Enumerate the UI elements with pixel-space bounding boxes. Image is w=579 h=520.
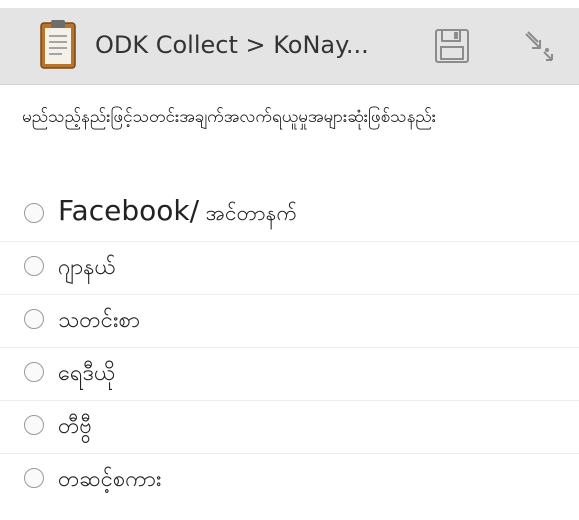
answer-options: Facebook/ အင်တာနက် ဂျာနယ် သတင်းစာ ရေဒီယိ…: [0, 189, 579, 507]
question-text: မည်သည့်နည်းဖြင့်သတင်းအချက်အလက်ရယူမှုအမျာ…: [22, 107, 437, 127]
option-journal[interactable]: ဂျာနယ်: [0, 242, 579, 295]
radio-button[interactable]: [24, 362, 44, 382]
option-label: ရေဒီယို: [58, 361, 116, 386]
radio-button[interactable]: [24, 468, 44, 488]
option-label: ဂျာနယ်: [58, 255, 116, 280]
option-label: တီဗွီ: [58, 414, 92, 439]
option-label: တဆင့်စကား: [58, 467, 162, 492]
radio-button[interactable]: [24, 415, 44, 435]
app-title: ODK Collect > KoNay...: [95, 31, 369, 59]
option-word-of-mouth[interactable]: တဆင့်စကား: [0, 454, 579, 507]
goto-arrow-icon[interactable]: [516, 22, 564, 70]
action-bar: ODK Collect > KoNay...: [0, 8, 579, 85]
radio-button[interactable]: [24, 203, 44, 223]
option-tv[interactable]: တီဗွီ: [0, 401, 579, 454]
option-radio[interactable]: ရေဒီယို: [0, 348, 579, 401]
option-label: Facebook/ အင်တာနက်: [58, 194, 298, 227]
option-label: သတင်းစာ: [58, 308, 140, 333]
option-facebook[interactable]: Facebook/ အင်တာနက်: [0, 189, 579, 242]
clipboard-icon[interactable]: [40, 19, 76, 69]
option-newspaper[interactable]: သတင်းစာ: [0, 295, 579, 348]
status-strip: [0, 0, 579, 8]
save-icon[interactable]: [428, 22, 476, 70]
radio-button[interactable]: [24, 256, 44, 276]
radio-button[interactable]: [24, 309, 44, 329]
